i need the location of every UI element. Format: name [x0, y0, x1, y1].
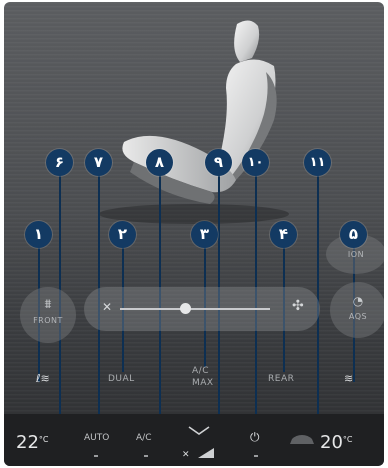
right-temperature[interactable]: 20°C: [320, 432, 353, 453]
fan-high-icon: ✣: [292, 298, 304, 314]
ac-max-label-2[interactable]: MAX: [192, 378, 214, 388]
marker-1: ١: [25, 221, 52, 248]
front-defrost-icon: ⩩: [44, 297, 52, 312]
marker-6: ۶: [46, 149, 73, 176]
marker-10: ١٠: [242, 149, 269, 176]
front-defrost-label: FRONT: [33, 316, 63, 325]
power-icon[interactable]: ⏻: [250, 430, 260, 445]
dual-label[interactable]: DUAL: [108, 374, 135, 384]
fan-speed-slider[interactable]: ✕ ✣: [84, 287, 320, 331]
marker-4: ۴: [270, 221, 297, 248]
power-indicator: [254, 455, 258, 457]
car-recirculation-icon[interactable]: [288, 434, 316, 446]
front-defrost-button[interactable]: ⩩ FRONT: [20, 287, 76, 343]
marker-2: ٢: [109, 221, 136, 248]
marker-5: ۵: [340, 221, 367, 248]
ac-indicator: [144, 455, 148, 457]
right-temp-value: 20: [320, 432, 343, 453]
auto-button[interactable]: AUTO: [84, 433, 109, 443]
rear-label[interactable]: REAR: [268, 374, 294, 384]
left-temp-value: 22: [16, 432, 39, 453]
ion-label: ION: [347, 250, 365, 259]
left-seat-heat-icon[interactable]: ℓ≋: [36, 372, 50, 385]
marker-11: ١١: [304, 149, 331, 176]
auto-indicator: [94, 455, 98, 457]
marker-8: ٨: [146, 149, 173, 176]
aqs-label: AQS: [348, 312, 368, 321]
marker-3: ٣: [191, 221, 218, 248]
climate-screen: ⩩ FRONT ION ◔ AQS ✕ ✣ ℓ≋ DUAL A/C MAX RE…: [4, 2, 384, 466]
air-quality-icon: ◔: [352, 294, 364, 308]
fan-small-icon: ✕: [182, 450, 190, 460]
ac-max-label-1[interactable]: A/C: [192, 366, 209, 376]
fan-speed-handle[interactable]: [180, 303, 191, 314]
left-temperature[interactable]: 22°C: [16, 432, 49, 453]
fan-speed-track: [120, 308, 270, 310]
marker-7: ٧: [85, 149, 112, 176]
right-temp-unit: °C: [342, 435, 353, 444]
aqs-button[interactable]: ◔ AQS: [330, 282, 384, 338]
fan-low-icon: ✕: [102, 300, 113, 314]
ac-button[interactable]: A/C: [136, 433, 151, 443]
marker-9: ٩: [205, 149, 232, 176]
left-temp-unit: °C: [38, 435, 49, 444]
chevron-down-icon[interactable]: [188, 426, 210, 436]
fan-level-icon: [198, 448, 214, 458]
right-seat-heat-icon[interactable]: ≋: [344, 372, 353, 385]
